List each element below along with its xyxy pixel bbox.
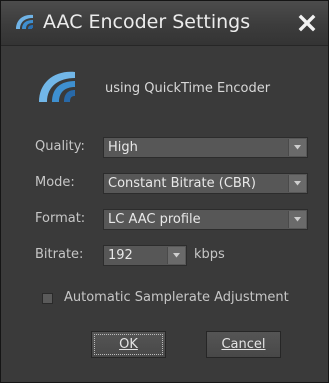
aac-encoder-settings-dialog: AAC Encoder Settings using QuickTime Enc…	[0, 0, 329, 383]
quality-value: High	[108, 140, 138, 155]
auto-samplerate-label[interactable]: Automatic Samplerate Adjustment	[64, 290, 289, 305]
chevron-down-icon[interactable]	[167, 247, 185, 264]
format-value: LC AAC profile	[108, 212, 201, 227]
encoder-info-text: using QuickTime Encoder	[105, 81, 271, 96]
close-icon[interactable]	[296, 12, 318, 34]
format-select[interactable]: LC AAC profile	[103, 209, 308, 230]
quality-label: Quality:	[35, 139, 85, 154]
cancel-button[interactable]: Cancel	[206, 331, 281, 358]
bitrate-unit: kbps	[194, 247, 225, 262]
chevron-down-icon[interactable]	[288, 175, 306, 192]
chevron-down-icon[interactable]	[288, 139, 306, 156]
window-title: AAC Encoder Settings	[43, 11, 251, 33]
bitrate-value: 192	[108, 248, 133, 263]
mode-label: Mode:	[35, 175, 75, 190]
quality-select[interactable]: High	[103, 137, 308, 158]
cancel-button-label: Cancel	[221, 337, 266, 352]
dialog-body: using QuickTime Encoder Quality: High Mo…	[1, 46, 328, 382]
mode-value: Constant Bitrate (CBR)	[108, 176, 256, 191]
chevron-down-icon[interactable]	[288, 211, 306, 228]
title-bar: AAC Encoder Settings	[1, 1, 328, 46]
ok-button-label: OK	[119, 337, 138, 352]
mode-select[interactable]: Constant Bitrate (CBR)	[103, 173, 308, 194]
encoder-logo-icon	[35, 70, 77, 106]
auto-samplerate-checkbox[interactable]	[42, 293, 53, 304]
ok-button[interactable]: OK	[91, 331, 166, 358]
bitrate-label: Bitrate:	[35, 247, 84, 262]
bitrate-select[interactable]: 192	[103, 245, 187, 266]
format-label: Format:	[35, 211, 86, 226]
app-logo-icon	[13, 13, 35, 33]
